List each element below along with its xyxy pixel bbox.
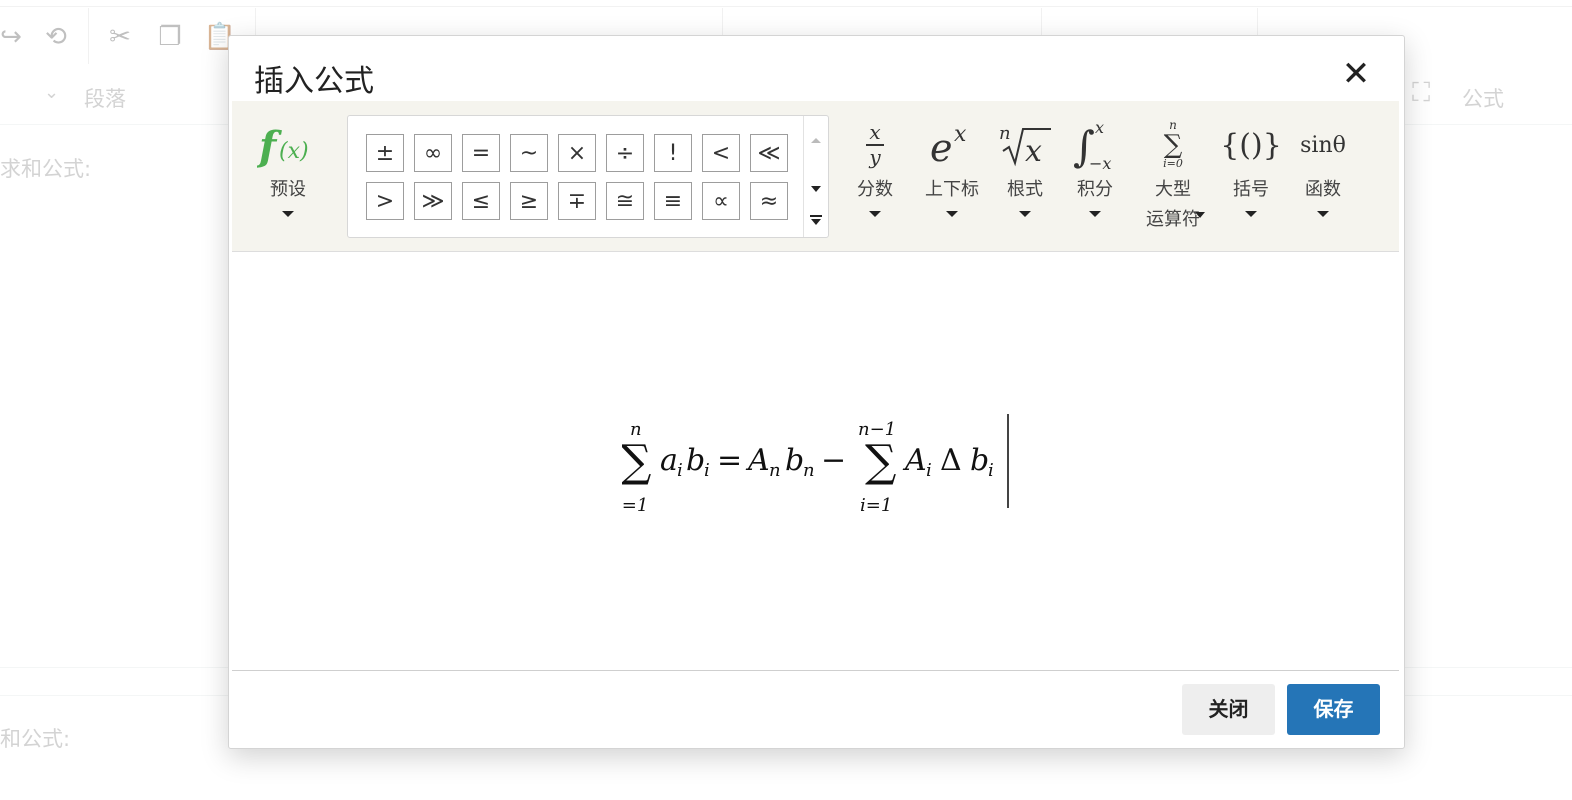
- bracket-label: 括号: [1233, 179, 1269, 200]
- svg-text:i: i: [704, 460, 710, 481]
- scroll-down-icon[interactable]: [811, 186, 821, 192]
- svg-text:n: n: [803, 460, 815, 481]
- fraction-label: 分数: [857, 179, 893, 200]
- symbol-button[interactable]: ∝: [702, 182, 740, 220]
- svg-text:Δ: Δ: [940, 443, 962, 478]
- close-icon[interactable]: ✕: [1336, 54, 1376, 94]
- symbol-button[interactable]: ≤: [462, 182, 500, 220]
- svg-text:i=1: i=1: [622, 495, 648, 512]
- dialog-title: 插入公式: [254, 64, 374, 99]
- svg-text:∑: ∑: [865, 436, 896, 487]
- svg-text:i: i: [926, 460, 932, 481]
- svg-text:b: b: [686, 443, 705, 478]
- caret-down-icon: [1195, 212, 1205, 218]
- symbol-button[interactable]: ~: [510, 134, 548, 172]
- symbol-button[interactable]: ≥: [510, 182, 548, 220]
- function-label: 函数: [1305, 179, 1341, 200]
- svg-text:(x): (x): [279, 139, 309, 164]
- svg-text:∑: ∑: [622, 436, 651, 487]
- expand-panel-icon[interactable]: [810, 215, 822, 229]
- symbol-button[interactable]: ×: [558, 134, 596, 172]
- svg-text:i: i: [677, 460, 683, 481]
- symbol-button[interactable]: !: [654, 134, 692, 172]
- svg-text:x: x: [954, 122, 967, 147]
- caret-down-icon: [1019, 211, 1031, 217]
- svg-text:e: e: [930, 126, 953, 170]
- symbol-button[interactable]: ≫: [414, 182, 452, 220]
- symbol-button[interactable]: =: [462, 134, 500, 172]
- svg-text:a: a: [660, 443, 678, 478]
- caret-down-icon: [1317, 211, 1329, 217]
- radical-label: 根式: [1007, 179, 1043, 200]
- integral-label: 积分: [1077, 179, 1113, 200]
- symbol-button[interactable]: ∓: [558, 182, 596, 220]
- text-cursor: [1007, 414, 1009, 508]
- preset-icon: f (x): [252, 117, 324, 173]
- integral-menu[interactable]: ∫ x −x 积分: [1064, 101, 1126, 251]
- symbol-button[interactable]: ≪: [750, 134, 788, 172]
- fraction-icon: x y: [842, 117, 908, 173]
- save-button[interactable]: 保存: [1287, 684, 1380, 735]
- symbol-button[interactable]: <: [702, 134, 740, 172]
- svg-text:A: A: [902, 443, 927, 478]
- bracket-icon: {()}: [1220, 127, 1282, 163]
- sin-theta-icon: sinθ: [1300, 132, 1346, 158]
- caret-down-icon: [282, 211, 294, 217]
- caret-down-icon: [946, 211, 958, 217]
- svg-text:=: =: [717, 443, 742, 478]
- superscript-icon: e x: [912, 117, 992, 173]
- radical-menu[interactable]: n x 根式: [994, 101, 1056, 251]
- svg-text:y: y: [868, 145, 881, 169]
- svg-text:n: n: [769, 460, 781, 481]
- svg-text:b: b: [785, 443, 804, 478]
- fraction-menu[interactable]: x y 分数: [842, 101, 908, 251]
- preset-label: 预设: [270, 179, 306, 200]
- symbol-button[interactable]: ÷: [606, 134, 644, 172]
- caret-down-icon: [1245, 211, 1257, 217]
- svg-text:i: i: [988, 460, 994, 481]
- svg-text:i=0: i=0: [1163, 157, 1183, 170]
- sum-icon: n ∑ i=0: [1135, 117, 1211, 173]
- preset-menu[interactable]: f (x) 预设: [252, 101, 324, 251]
- formula-ribbon: f (x) 预设 ± ∞ = ~ × ÷ ! < ≪ > ≫ ≤ ≥ ∓ ≅ ≡…: [232, 101, 1399, 252]
- symbol-button[interactable]: ±: [366, 134, 404, 172]
- function-menu[interactable]: sinθ 函数: [1290, 101, 1356, 251]
- close-button[interactable]: 关闭: [1182, 684, 1275, 735]
- insert-formula-dialog: 插入公式 ✕ f (x) 预设 ± ∞ = ~ × ÷ ! < ≪ > ≫ ≤ …: [228, 35, 1405, 749]
- svg-text:x: x: [869, 120, 880, 144]
- bracket-menu[interactable]: {()} 括号: [1218, 101, 1284, 251]
- symbol-button[interactable]: ≈: [750, 182, 788, 220]
- svg-text:x: x: [1095, 118, 1104, 137]
- svg-text:b: b: [970, 443, 989, 478]
- radical-icon: n x: [994, 117, 1056, 173]
- svg-text:A: A: [745, 443, 770, 478]
- symbol-panel: ± ∞ = ~ × ÷ ! < ≪ > ≫ ≤ ≥ ∓ ≅ ≡ ∝ ≈: [347, 115, 829, 238]
- script-menu[interactable]: e x 上下标: [912, 101, 992, 251]
- large-operator-label: 大型 运算符: [1146, 179, 1200, 230]
- svg-text:i=1: i=1: [860, 495, 892, 512]
- large-operator-menu[interactable]: n ∑ i=0 大型 运算符: [1135, 101, 1211, 251]
- formula-display[interactable]: n ∑ i=1 a i b i = A n b n − n−1 ∑ i=1 A …: [616, 412, 1042, 516]
- symbol-button[interactable]: ≡: [654, 182, 692, 220]
- svg-text:−: −: [821, 443, 846, 478]
- symbol-button[interactable]: ≅: [606, 182, 644, 220]
- integral-icon: ∫ x −x: [1064, 117, 1126, 173]
- svg-text:n: n: [999, 123, 1011, 144]
- svg-text:−x: −x: [1089, 154, 1111, 173]
- script-label: 上下标: [925, 179, 979, 200]
- scroll-up-icon[interactable]: [811, 138, 821, 143]
- caret-down-icon: [869, 211, 881, 217]
- symbol-button[interactable]: >: [366, 182, 404, 220]
- symbol-scrollbar[interactable]: [803, 116, 828, 237]
- svg-text:x: x: [1025, 134, 1042, 169]
- formula-edit-area[interactable]: n ∑ i=1 a i b i = A n b n − n−1 ∑ i=1 A …: [232, 252, 1399, 671]
- svg-text:∑: ∑: [1164, 130, 1183, 160]
- symbol-button[interactable]: ∞: [414, 134, 452, 172]
- caret-down-icon: [1089, 211, 1101, 217]
